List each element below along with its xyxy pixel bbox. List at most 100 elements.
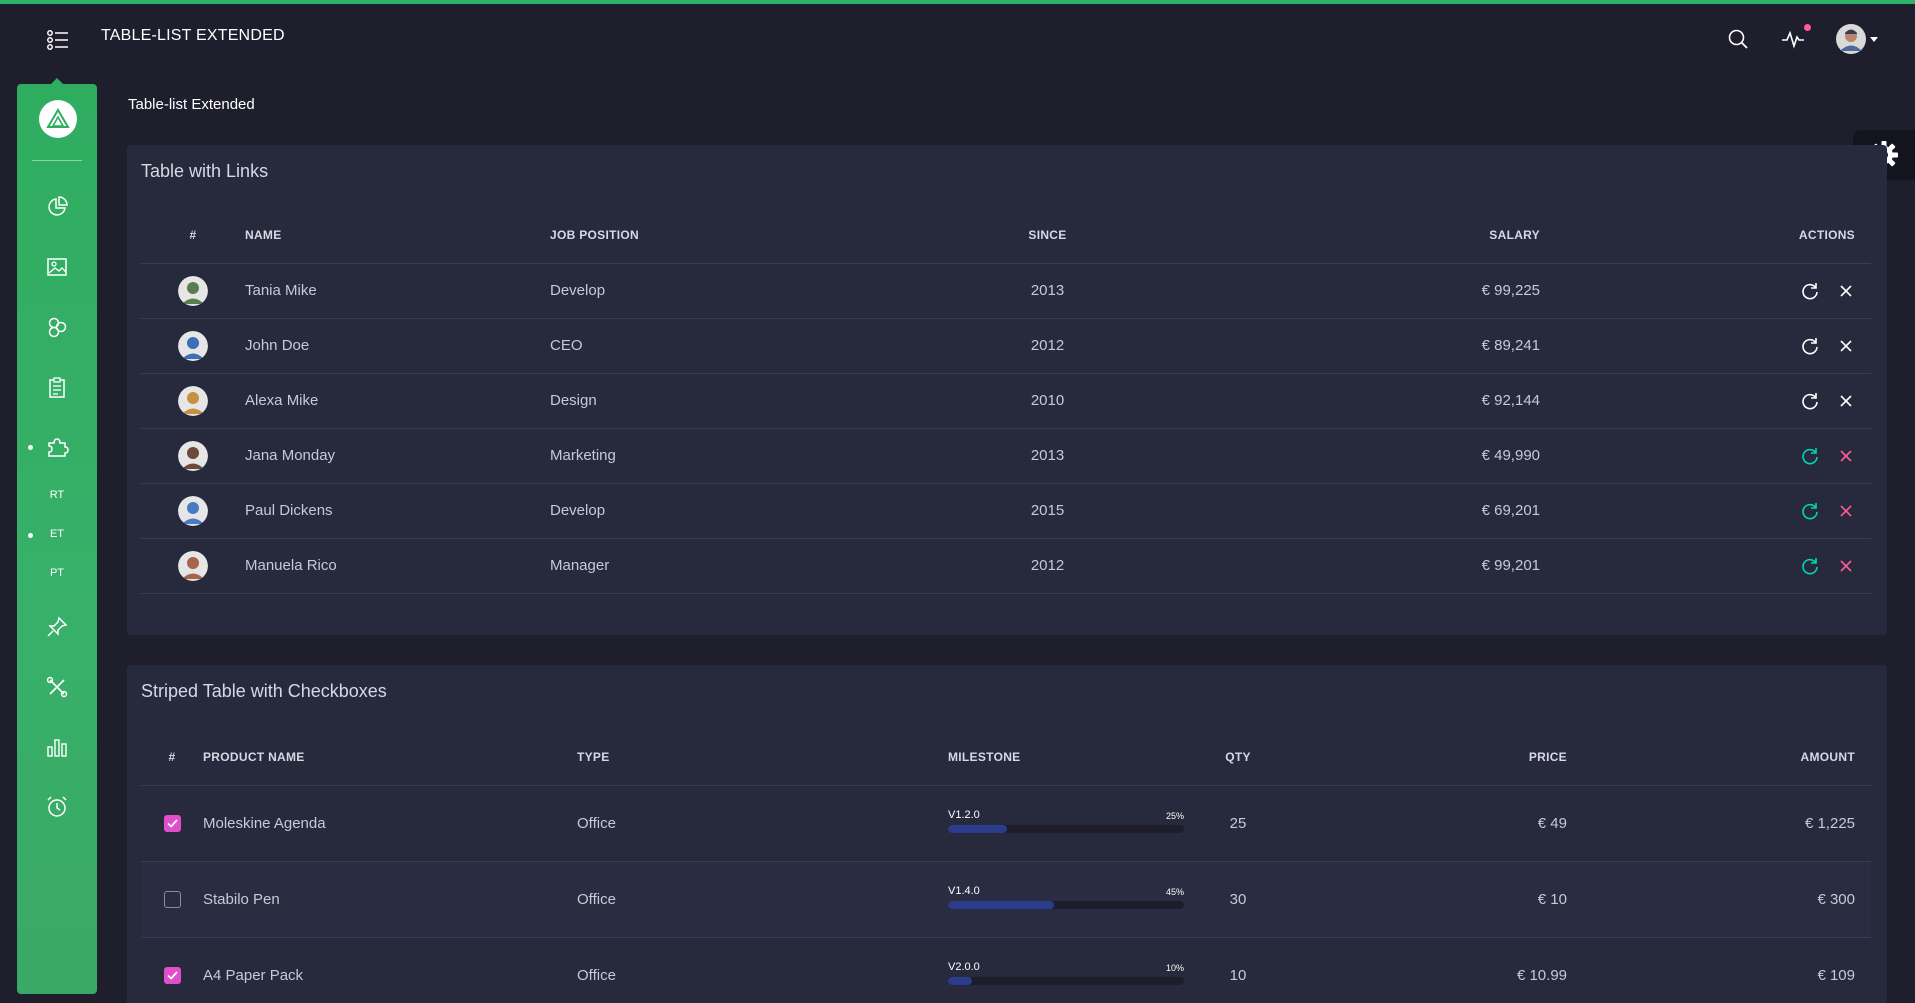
checkbox-cell [141, 937, 203, 1003]
avatar-cell [141, 373, 245, 429]
avatar-cell [141, 263, 245, 319]
table-header-row: # PRODUCT NAME TYPE MILESTONE QTY PRICE … [141, 729, 1871, 786]
milestone-progress: V2.0.0 10% [948, 959, 1184, 991]
card-title: Striped Table with Checkboxes [141, 681, 387, 701]
search-icon[interactable] [1723, 24, 1753, 54]
avatar [178, 330, 208, 361]
sidebar-subitem-et[interactable]: ET [37, 528, 77, 540]
alarm-clock-icon[interactable] [42, 792, 72, 822]
employee-name: Paul Dickens [245, 483, 550, 539]
table-row: Alexa Mike Design 2010 € 92,144 [141, 373, 1871, 429]
milestone-progress: V1.4.0 45% [948, 883, 1184, 915]
col-header-num: # [141, 207, 245, 264]
milestone-percent: 25% [1165, 811, 1184, 821]
employee-name: Tania Mike [245, 263, 550, 319]
milestone-percent: 45% [1165, 887, 1184, 897]
progress-track [948, 825, 1184, 833]
progress-track [948, 977, 1184, 985]
avatar [178, 440, 208, 471]
active-subitem-dot [28, 533, 33, 538]
since-year: 2015 [975, 483, 1120, 539]
checkbox-cell [141, 861, 203, 938]
close-icon[interactable] [1835, 390, 1857, 412]
quantity: 10 [1218, 937, 1258, 1003]
progress-track [948, 901, 1184, 909]
avatar-cell [141, 428, 245, 484]
col-header-actions: ACTIONS [1540, 207, 1871, 264]
puzzle-icon[interactable] [42, 432, 72, 462]
sidebar-subitem-rt[interactable]: RT [37, 489, 77, 501]
since-year: 2013 [975, 263, 1120, 319]
checkbox-cell [141, 785, 203, 862]
col-header-job: JOB POSITION [550, 207, 975, 264]
pin-icon[interactable] [42, 612, 72, 642]
salary: € 49,990 [1120, 428, 1540, 484]
close-icon[interactable] [1835, 555, 1857, 577]
close-icon[interactable] [1835, 445, 1857, 467]
milestone-progress: V1.2.0 25% [948, 807, 1184, 839]
refresh-icon[interactable] [1799, 500, 1821, 522]
job-position: Develop [550, 483, 975, 539]
quantity: 25 [1218, 785, 1258, 862]
close-icon[interactable] [1835, 335, 1857, 357]
avatar-cell [141, 538, 245, 594]
atom-icon[interactable] [42, 312, 72, 342]
refresh-icon[interactable] [1799, 280, 1821, 302]
user-menu[interactable] [1836, 24, 1882, 54]
logo[interactable] [39, 100, 77, 138]
close-icon[interactable] [1835, 280, 1857, 302]
avatar-cell [141, 318, 245, 374]
bar-chart-icon[interactable] [42, 732, 72, 762]
milestone-version: V1.2.0 [948, 809, 980, 821]
chevron-down-icon [1870, 36, 1878, 42]
page-title: TABLE-LIST EXTENDED [101, 27, 285, 44]
row-checkbox[interactable] [163, 966, 181, 984]
salary: € 89,241 [1120, 318, 1540, 374]
amount: € 300 [1567, 861, 1871, 938]
tools-icon[interactable] [42, 672, 72, 702]
col-header-num: # [141, 729, 203, 786]
progress-fill [948, 825, 1007, 833]
employee-name: Jana Monday [245, 428, 550, 484]
table-row: Stabilo Pen Office V1.4.0 45% 30 € 10 € 300 [141, 861, 1871, 938]
table-row: A4 Paper Pack Office V2.0.0 10% 10 € 10.99 € 1… [141, 937, 1871, 1003]
image-icon[interactable] [42, 252, 72, 282]
milestone-version: V1.4.0 [948, 885, 980, 897]
sidebar: RT ET PT [17, 84, 97, 994]
product-name: Moleskine Agenda [203, 785, 577, 862]
refresh-icon[interactable] [1799, 445, 1821, 467]
sidebar-subitem-pt[interactable]: PT [37, 567, 77, 579]
salary: € 99,201 [1120, 538, 1540, 594]
avatar [178, 385, 208, 416]
refresh-icon[interactable] [1799, 390, 1821, 412]
avatar-cell [141, 483, 245, 539]
col-header-qty: QTY [1218, 729, 1258, 786]
close-icon[interactable] [1835, 500, 1857, 522]
since-year: 2010 [975, 373, 1120, 429]
clipboard-icon[interactable] [42, 372, 72, 402]
table-header-row: # NAME JOB POSITION SINCE SALARY ACTIONS [141, 207, 1871, 264]
actions-cell [1540, 428, 1871, 484]
card-title: Table with Links [141, 161, 269, 181]
progress-fill [948, 901, 1055, 909]
col-header-milestone: MILESTONE [948, 729, 1218, 786]
since-year: 2013 [975, 428, 1120, 484]
job-position: Manager [550, 538, 975, 594]
avatar [178, 550, 208, 581]
product-type: Office [577, 785, 948, 862]
refresh-icon[interactable] [1799, 555, 1821, 577]
row-checkbox[interactable] [163, 814, 181, 832]
price: € 49 [1258, 785, 1567, 862]
list-menu-icon[interactable] [44, 26, 72, 52]
links-table-card: Table with Links # NAME JOB POSITION SIN… [127, 145, 1887, 635]
avatar [178, 275, 208, 306]
price: € 10 [1258, 861, 1567, 938]
col-header-salary: SALARY [1120, 207, 1540, 264]
table-row: John Doe CEO 2012 € 89,241 [141, 318, 1871, 374]
amount: € 109 [1567, 937, 1871, 1003]
refresh-icon[interactable] [1799, 335, 1821, 357]
milestone-percent: 10% [1165, 963, 1184, 973]
row-checkbox[interactable] [163, 890, 181, 908]
pie-chart-icon[interactable] [42, 192, 72, 222]
salary: € 92,144 [1120, 373, 1540, 429]
